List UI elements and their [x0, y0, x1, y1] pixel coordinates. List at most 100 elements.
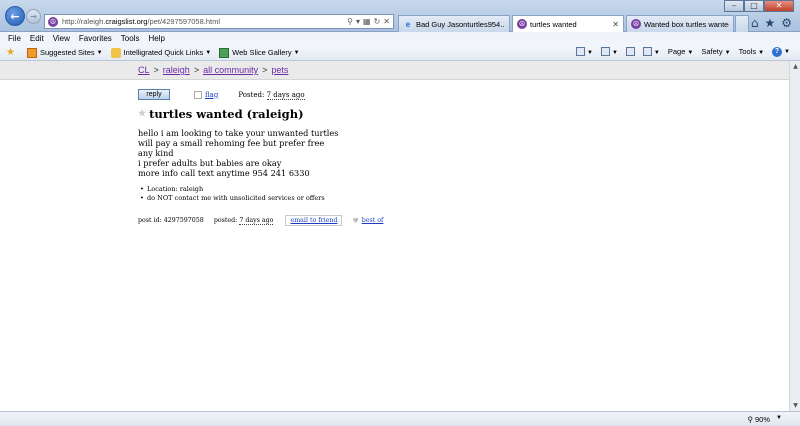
post-actions: reply flag Posted: 7 days ago	[138, 89, 305, 100]
post-footer: post id: 4297597058 posted: 7 days ago e…	[138, 215, 383, 226]
compatibility-icon[interactable]: ▦	[363, 17, 371, 26]
chevron-down-icon: ▼	[96, 49, 103, 56]
help-menu[interactable]: ? ▼	[772, 46, 790, 57]
quick-links-link[interactable]: Intelligrated Quick Links ▼	[110, 47, 211, 58]
attribute-location: Location: raleigh	[138, 185, 325, 194]
browser-titlebar: ← → ☮ http://raleigh.craigslist.org/pet/…	[0, 0, 800, 32]
page-menu[interactable]: Page ▼	[668, 47, 693, 56]
body-line: hello i am looking to take your unwanted…	[138, 128, 339, 138]
suggested-sites-link[interactable]: Suggested Sites ▼	[27, 47, 103, 58]
feeds-icon	[600, 47, 610, 57]
attribute-no-contact: do NOT contact me with unsolicited servi…	[138, 194, 325, 203]
breadcrumb-section[interactable]: all community	[203, 65, 258, 75]
print-command[interactable]: ▼	[642, 47, 660, 57]
ie-icon: e	[405, 19, 411, 29]
tools-menu-label: Tools	[738, 47, 757, 56]
maximize-button[interactable]: □	[744, 0, 764, 12]
safety-menu[interactable]: Safety ▼	[701, 47, 730, 56]
web-slice-label: Web Slice Gallery	[232, 48, 292, 57]
peace-icon: ☮	[631, 19, 641, 29]
refresh-icon[interactable]: ↻	[374, 17, 381, 26]
suggested-sites-label: Suggested Sites	[40, 48, 95, 57]
favorite-star-icon[interactable]: ★	[138, 109, 146, 119]
posted-date: 7 days ago	[266, 90, 305, 100]
post-id: post id: 4297597058	[138, 217, 204, 224]
flag-checkbox[interactable]	[194, 90, 202, 99]
menu-favorites[interactable]: Favorites	[79, 34, 112, 43]
reply-button[interactable]: reply	[138, 89, 170, 100]
scroll-down-icon[interactable]: ▼	[791, 401, 800, 410]
tab-bad-guy[interactable]: e Bad Guy Jasonturtles954... Re...	[398, 15, 510, 32]
settings-gear-icon[interactable]: ⚙	[781, 16, 792, 30]
new-tab-button[interactable]	[735, 15, 749, 32]
body-line: any kind	[138, 148, 174, 158]
post-body: hello i am looking to take your unwanted…	[138, 128, 338, 178]
scroll-up-icon[interactable]: ▲	[791, 62, 800, 71]
zoom-level: 90%	[754, 415, 770, 424]
menu-view[interactable]: View	[53, 34, 70, 43]
web-slice-gallery-link[interactable]: Web Slice Gallery ▼	[219, 47, 300, 58]
menu-tools[interactable]: Tools	[121, 34, 140, 43]
best-of-link[interactable]: best of	[362, 217, 384, 224]
menu-file[interactable]: File	[8, 34, 21, 43]
menu-edit[interactable]: Edit	[30, 34, 44, 43]
page-content: CL > raleigh > all community > pets repl…	[0, 61, 789, 411]
url-path: /pet/4297597058.html	[147, 17, 221, 26]
home-icon	[576, 47, 586, 57]
heart-icon: ♥	[352, 216, 359, 225]
chevron-down-icon[interactable]: ▼	[776, 415, 782, 421]
address-bar[interactable]: ☮ http://raleigh.craigslist.org/pet/4297…	[44, 14, 394, 29]
tab-label: Wanted box turtles wanted - ...	[644, 19, 729, 29]
favorites-star-icon[interactable]: ★	[764, 16, 775, 30]
breadcrumb-category[interactable]: pets	[271, 65, 288, 75]
breadcrumb-separator: >	[262, 65, 268, 75]
chevron-down-icon: ▼	[293, 49, 300, 56]
peace-icon: ☮	[517, 19, 527, 29]
favorites-star-icon: ★	[6, 46, 15, 58]
post-attributes: Location: raleigh do NOT contact me with…	[138, 185, 325, 203]
suggested-sites-icon	[27, 47, 37, 58]
page-menu-label: Page	[667, 47, 686, 56]
back-button[interactable]: ←	[5, 6, 25, 26]
window-controls: – □ ✕	[724, 0, 794, 12]
tab-label: turtles wanted	[530, 19, 577, 29]
url-domain: craigslist.org	[105, 17, 148, 26]
breadcrumb-city[interactable]: raleigh	[163, 65, 190, 75]
email-to-friend-button[interactable]: email to friend	[285, 215, 343, 226]
favorites-button[interactable]: ★	[6, 46, 19, 58]
menu-help[interactable]: Help	[148, 34, 164, 43]
mail-command[interactable]	[625, 47, 635, 57]
post-title: ★ turtles wanted (raleigh)	[138, 107, 304, 121]
web-slice-icon	[219, 47, 230, 58]
search-icon[interactable]: ⚲	[347, 17, 353, 26]
footer-posted-label: posted:	[213, 217, 238, 224]
quick-links-label: Intelligrated Quick Links	[123, 48, 204, 57]
forward-button[interactable]: →	[26, 9, 41, 24]
breadcrumb-cl[interactable]: CL	[138, 65, 150, 75]
close-tab-icon[interactable]: ✕	[612, 20, 619, 29]
tab-wanted-box-turtles[interactable]: ☮ Wanted box turtles wanted - ...	[626, 15, 734, 32]
body-line: will pay a small rehoming fee but prefer…	[138, 138, 325, 148]
posted-info: Posted: 7 days ago	[238, 90, 305, 100]
post-title-text: turtles wanted (raleigh)	[149, 107, 304, 121]
home-icon[interactable]: ⌂	[751, 16, 759, 30]
footer-posted: posted: 7 days ago	[213, 217, 274, 225]
mail-icon	[625, 47, 635, 57]
posted-label: Posted:	[238, 90, 265, 99]
help-icon: ?	[772, 47, 783, 57]
command-bar: ▼ ▼ ▼ Page ▼ Safety ▼ Tools ▼ ? ▼	[576, 46, 790, 57]
home-command[interactable]: ▼	[576, 47, 593, 57]
zoom-control[interactable]: ⚲ 90%	[747, 415, 770, 424]
dropdown-caret-icon[interactable]: ▾	[356, 17, 360, 26]
flag-link[interactable]: flag	[205, 91, 218, 99]
breadcrumb: CL > raleigh > all community > pets	[0, 61, 789, 80]
feeds-command[interactable]: ▼	[600, 47, 618, 57]
tab-turtles-wanted[interactable]: ☮ turtles wanted ✕	[512, 15, 624, 32]
stop-icon[interactable]: ✕	[383, 17, 390, 26]
vertical-scrollbar[interactable]: ▲ ▼	[789, 61, 800, 411]
close-window-button[interactable]: ✕	[764, 0, 794, 12]
quick-links-icon	[110, 47, 121, 58]
tools-menu[interactable]: Tools ▼	[739, 47, 764, 56]
address-url[interactable]: http://raleigh.craigslist.org/pet/429759…	[62, 17, 347, 26]
minimize-button[interactable]: –	[724, 0, 744, 12]
